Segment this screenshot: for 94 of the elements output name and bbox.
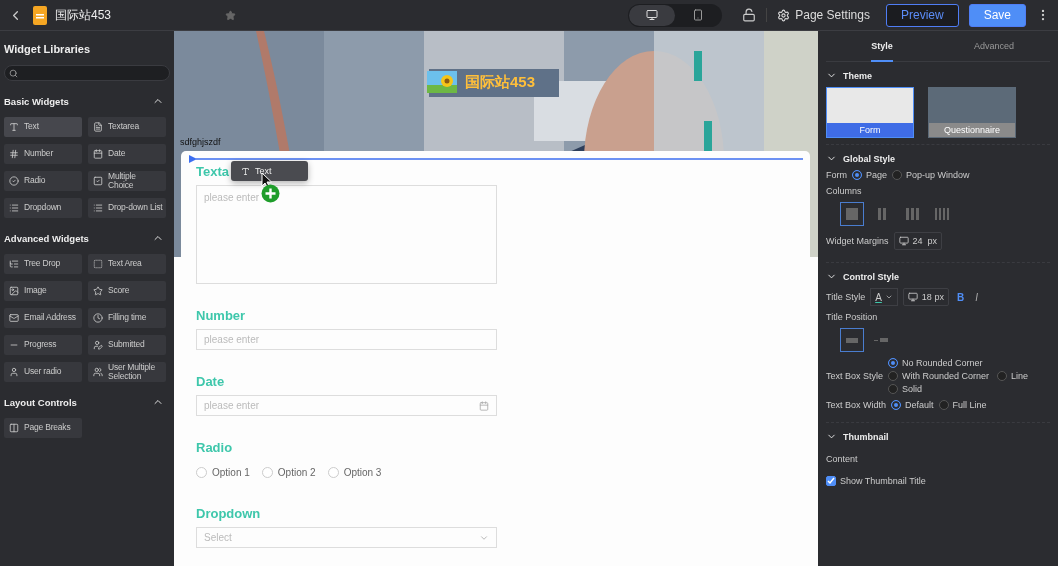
widget-icon xyxy=(9,313,19,323)
column-option[interactable] xyxy=(840,202,864,226)
radio-option[interactable]: Option 3 xyxy=(327,467,382,478)
widget-item[interactable]: Dropdown xyxy=(4,198,82,218)
field-title: Radio xyxy=(196,440,233,455)
desktop-icon[interactable] xyxy=(629,4,676,26)
search-icon xyxy=(9,68,18,78)
widget-icon xyxy=(9,259,19,269)
bold-button[interactable]: B xyxy=(953,291,968,303)
field-title: Date xyxy=(196,374,225,389)
widget-icon xyxy=(93,176,103,186)
widget-item[interactable]: Tree Drop xyxy=(4,254,82,274)
widget-item[interactable]: Progress xyxy=(4,335,82,355)
widget-item[interactable]: Filling time xyxy=(88,308,166,328)
theme-thumbnail[interactable]: Form xyxy=(826,87,914,138)
sidebar-title: Widget Libraries xyxy=(4,43,92,55)
section-title: Layout Controls xyxy=(4,396,77,408)
field-title: Dropdown xyxy=(196,506,261,521)
widget-item[interactable]: Number xyxy=(4,144,82,164)
widget-icon xyxy=(9,423,19,433)
radio-option[interactable]: Line xyxy=(997,371,1029,381)
radio-option[interactable]: Pop-up Window xyxy=(892,170,970,180)
box-style-label: Text Box Style xyxy=(826,371,884,381)
widget-icon xyxy=(9,286,19,296)
radio-option[interactable]: Solid xyxy=(888,384,923,394)
widget-item[interactable]: User Multiple Selection xyxy=(88,362,166,382)
widget-icon xyxy=(9,367,19,377)
color-dropdown[interactable]: A xyxy=(870,288,898,306)
checkbox[interactable]: Show Thumbnail Title xyxy=(826,476,926,486)
margin-field[interactable]: 24 px xyxy=(893,232,943,250)
radio-option[interactable]: Page xyxy=(852,170,888,180)
document-icon xyxy=(33,5,47,25)
section-title: Global Style xyxy=(843,153,895,164)
widget-icon xyxy=(93,313,103,323)
widget-item[interactable]: Score xyxy=(88,281,166,301)
widget-item[interactable]: Text Area xyxy=(88,254,166,274)
title-style-label: Title Style xyxy=(826,292,866,302)
widget-icon xyxy=(9,176,19,186)
checkmark-icon xyxy=(827,477,835,485)
monitor-icon xyxy=(898,236,909,246)
star-icon[interactable] xyxy=(225,9,237,21)
widget-item[interactable]: Radio xyxy=(4,171,82,191)
widget-item[interactable]: Submitted xyxy=(88,335,166,355)
widget-item[interactable]: Page Breaks xyxy=(4,418,82,438)
widget-item[interactable]: Textarea xyxy=(88,117,166,137)
page-settings-button[interactable]: Page Settings xyxy=(777,8,870,22)
widget-icon xyxy=(9,203,19,213)
widget-item[interactable]: Email Address xyxy=(4,308,82,328)
position-option[interactable] xyxy=(840,328,864,352)
section-title: Thumbnail xyxy=(843,431,889,442)
radio-option[interactable]: Option 1 xyxy=(196,467,250,478)
caret-icon xyxy=(884,293,893,301)
section-title: Control Style xyxy=(843,271,899,282)
search-field[interactable] xyxy=(4,65,170,81)
widget-item[interactable]: Image xyxy=(4,281,82,301)
position-label: Title Position xyxy=(826,312,878,322)
font-size-field[interactable]: 18 px xyxy=(902,288,949,306)
margins-label: Widget Margins xyxy=(826,236,889,246)
preview-button[interactable]: Preview xyxy=(885,3,959,27)
tab[interactable]: Advanced xyxy=(938,31,1050,61)
widget-icon xyxy=(93,203,103,213)
box-width-label: Text Box Width xyxy=(826,400,887,410)
columns-label: Columns xyxy=(826,186,862,196)
section-title: Basic Widgets xyxy=(4,95,69,107)
section-title: Advanced Widgets xyxy=(4,232,89,244)
lock-icon[interactable] xyxy=(742,8,757,22)
widget-item[interactable]: Date xyxy=(88,144,166,164)
widget-icon xyxy=(93,367,103,377)
italic-button[interactable]: I xyxy=(972,291,981,303)
widget-icon xyxy=(9,122,19,132)
radio-option[interactable]: Option 2 xyxy=(261,467,316,478)
content-label: Content xyxy=(826,454,858,464)
widget-item[interactable]: User radio xyxy=(4,362,82,382)
calendar-icon xyxy=(479,400,489,411)
widget-item[interactable]: Multiple Choice xyxy=(88,171,166,191)
page-title: 国际站453 xyxy=(55,6,112,24)
radio-option[interactable]: Full Line xyxy=(938,400,987,410)
widget-icon xyxy=(93,149,103,159)
widget-item[interactable]: Text xyxy=(4,117,82,137)
widget-icon xyxy=(93,340,103,350)
widget-icon xyxy=(93,259,103,269)
widget-icon xyxy=(93,122,103,132)
monitor-icon xyxy=(907,292,918,302)
settings-icon xyxy=(777,8,791,22)
field-title: Number xyxy=(196,308,246,323)
widget-item[interactable]: Drop-down List xyxy=(88,198,166,218)
tab[interactable]: Style xyxy=(826,31,938,61)
section-title: Theme xyxy=(843,70,872,81)
widget-icon xyxy=(93,286,103,296)
radio-option[interactable]: With Rounded Corner xyxy=(888,371,990,381)
form-label: Form xyxy=(826,170,847,180)
radio-option[interactable]: No Rounded Corner xyxy=(888,358,1039,368)
radio-option[interactable]: Default xyxy=(891,400,934,410)
widget-icon xyxy=(9,149,19,159)
